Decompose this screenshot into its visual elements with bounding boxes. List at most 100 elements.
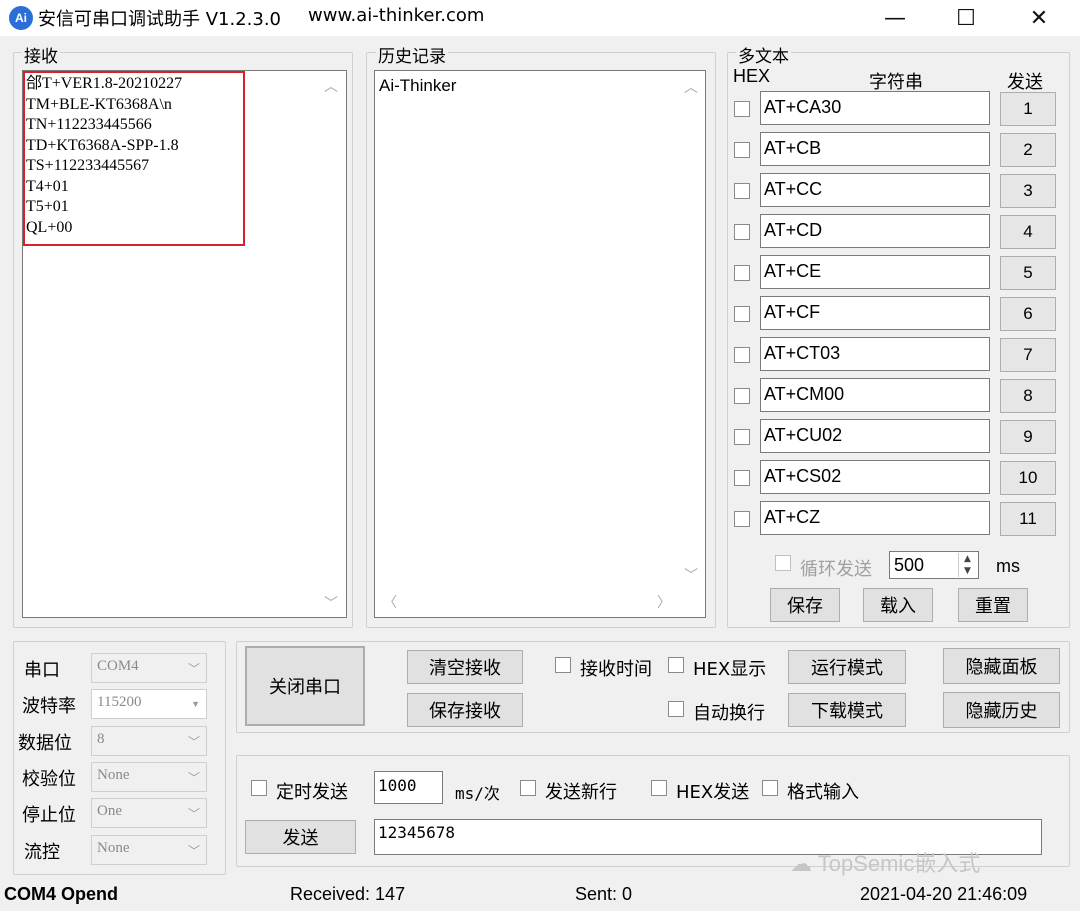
wechat-icon: ☁ xyxy=(790,851,812,876)
multitext-send-button[interactable]: 8 xyxy=(1000,379,1056,413)
hex-row-checkbox[interactable] xyxy=(734,306,750,322)
hex-row-checkbox[interactable] xyxy=(734,347,750,363)
history-scroll-right-icon[interactable]: 〉 xyxy=(655,593,673,611)
save-multitext-button[interactable]: 保存 xyxy=(770,588,840,622)
reset-multitext-button[interactable]: 重置 xyxy=(958,588,1028,622)
multitext-input[interactable]: AT+CM00 xyxy=(760,378,990,412)
hex-row-checkbox[interactable] xyxy=(734,183,750,199)
send-newline-checkbox[interactable] xyxy=(520,780,536,796)
hex-row-checkbox[interactable] xyxy=(734,101,750,117)
hex-row-checkbox[interactable] xyxy=(734,224,750,240)
minimize-button[interactable]: — xyxy=(868,0,922,36)
run-mode-button[interactable]: 运行模式 xyxy=(788,650,906,684)
baud-select[interactable]: 115200 ▼ xyxy=(91,689,207,719)
history-scroll-up-icon[interactable]: ︿ xyxy=(682,78,700,96)
multitext-send-button[interactable]: 1 xyxy=(1000,92,1056,126)
chevron-down-icon: ﹀ xyxy=(187,844,200,858)
timed-send-checkbox[interactable] xyxy=(251,780,267,796)
received-count: Received: 147 xyxy=(290,884,406,904)
loop-send-checkbox[interactable] xyxy=(775,555,791,571)
receive-scroll-up-icon[interactable]: ︿ xyxy=(322,77,340,95)
parity-select[interactable]: None ﹀ xyxy=(91,762,207,792)
multitext-send-button[interactable]: 10 xyxy=(1000,461,1056,495)
stopbits-select[interactable]: One ﹀ xyxy=(91,798,207,828)
loop-send-label: 循环发送 xyxy=(800,559,872,580)
flow-label: 流控 xyxy=(24,842,60,863)
hex-row-checkbox[interactable] xyxy=(734,511,750,527)
auto-newline-checkbox[interactable] xyxy=(668,701,684,717)
multitext-input[interactable]: AT+CB xyxy=(760,132,990,166)
multitext-label: 多文本 xyxy=(736,42,791,67)
hex-display-label: HEX显示 xyxy=(693,659,767,680)
port-select-value: COM4 xyxy=(97,658,139,674)
multitext-input[interactable]: AT+CE xyxy=(760,255,990,289)
multitext-send-button[interactable]: 5 xyxy=(1000,256,1056,290)
load-multitext-button[interactable]: 载入 xyxy=(863,588,933,622)
multitext-send-button[interactable]: 9 xyxy=(1000,420,1056,454)
download-mode-button[interactable]: 下载模式 xyxy=(788,693,906,727)
close-button[interactable]: ✕ xyxy=(1012,0,1066,36)
multitext-send-button[interactable]: 7 xyxy=(1000,338,1056,372)
history-label: 历史记录 xyxy=(376,42,448,67)
hex-row-checkbox[interactable] xyxy=(734,265,750,281)
history-scroll-down-icon[interactable]: ﹀ xyxy=(682,566,700,584)
status-datetime: 2021-04-20 21:46:09 xyxy=(860,884,1028,904)
multitext-input[interactable]: AT+CF xyxy=(760,296,990,330)
receive-time-label: 接收时间 xyxy=(580,659,652,680)
multitext-input[interactable]: AT+CS02 xyxy=(760,460,990,494)
history-scroll-left-icon[interactable]: 〈 xyxy=(381,593,399,611)
hide-panel-button[interactable]: 隐藏面板 xyxy=(943,648,1060,684)
multitext-input[interactable]: AT+CZ xyxy=(760,501,990,535)
port-status: COM4 Opend xyxy=(4,884,119,904)
hide-history-button[interactable]: 隐藏历史 xyxy=(943,692,1060,728)
multitext-input[interactable]: AT+CC xyxy=(760,173,990,207)
history-list[interactable] xyxy=(374,70,706,618)
chevron-down-icon: ﹀ xyxy=(187,735,200,749)
sent-count: Sent: 0 xyxy=(575,884,633,904)
multitext-input[interactable]: AT+CD xyxy=(760,214,990,248)
receive-scroll-down-icon[interactable]: ﹀ xyxy=(322,594,340,612)
format-input-checkbox[interactable] xyxy=(762,780,778,796)
chevron-down-icon: ﹀ xyxy=(187,771,200,785)
databits-select[interactable]: 8 ﹀ xyxy=(91,726,207,756)
send-button[interactable]: 发送 xyxy=(245,820,356,854)
hex-row-checkbox[interactable] xyxy=(734,429,750,445)
maximize-button[interactable]: ☐ xyxy=(939,0,993,36)
window-title: 安信可串口调试助手 V1.2.3.0 xyxy=(38,9,282,30)
hex-display-checkbox[interactable] xyxy=(668,657,684,673)
hex-send-checkbox[interactable] xyxy=(651,780,667,796)
multitext-send-button[interactable]: 6 xyxy=(1000,297,1056,331)
clear-receive-button[interactable]: 清空接收 xyxy=(407,650,523,684)
parity-select-value: None xyxy=(97,767,130,783)
hex-row-checkbox[interactable] xyxy=(734,470,750,486)
timed-interval-input[interactable]: 1000 xyxy=(374,771,443,804)
close-port-button[interactable]: 关闭串口 xyxy=(245,646,365,726)
databits-label: 数据位 xyxy=(18,733,72,754)
history-item[interactable]: Ai-Thinker xyxy=(379,76,456,96)
baud-label: 波特率 xyxy=(22,696,76,717)
watermark-text: TopSemic嵌入式 xyxy=(817,851,981,876)
multitext-input[interactable]: AT+CU02 xyxy=(760,419,990,453)
timed-send-label: 定时发送 xyxy=(276,782,348,803)
hex-row-checkbox[interactable] xyxy=(734,142,750,158)
port-select[interactable]: COM4 ﹀ xyxy=(91,653,207,683)
multitext-input[interactable]: AT+CT03 xyxy=(760,337,990,371)
send-newline-label: 发送新行 xyxy=(545,782,617,803)
receive-label: 接收 xyxy=(22,42,60,67)
flow-select[interactable]: None ﹀ xyxy=(91,835,207,865)
format-input-label: 格式输入 xyxy=(787,782,859,803)
baud-select-value: 115200 xyxy=(97,694,142,710)
multitext-input[interactable]: AT+CA30 xyxy=(760,91,990,125)
multitext-send-button[interactable]: 11 xyxy=(1000,502,1056,536)
flow-select-value: None xyxy=(97,840,130,856)
multitext-send-button[interactable]: 2 xyxy=(1000,133,1056,167)
loop-interval-spinner-icon[interactable]: ▲ ▼ xyxy=(958,553,976,577)
hex-column-header: HEX xyxy=(733,66,771,86)
receive-time-checkbox[interactable] xyxy=(555,657,571,673)
multitext-send-button[interactable]: 4 xyxy=(1000,215,1056,249)
multitext-send-button[interactable]: 3 xyxy=(1000,174,1056,208)
hex-row-checkbox[interactable] xyxy=(734,388,750,404)
interval-unit-label: ms/次 xyxy=(455,784,500,803)
app-logo-icon: Ai xyxy=(9,6,33,30)
save-receive-button[interactable]: 保存接收 xyxy=(407,693,523,727)
